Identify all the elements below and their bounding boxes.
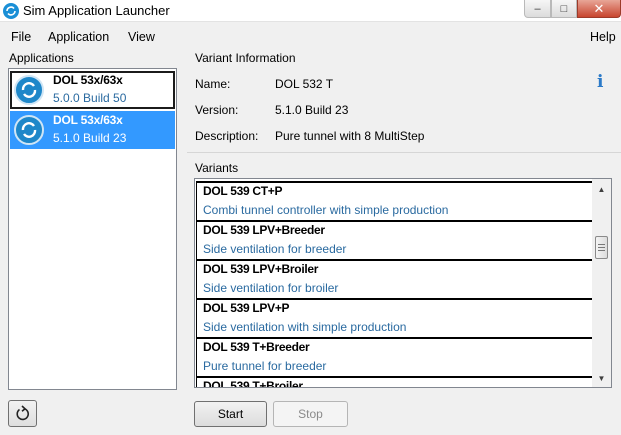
application-name: DOL 53x/63x xyxy=(53,113,123,127)
description-label: Description: xyxy=(195,129,259,143)
application-item[interactable]: DOL 53x/63x 5.0.0 Build 50 xyxy=(10,71,175,109)
scroll-up-icon[interactable]: ▲ xyxy=(592,181,611,198)
variant-name: DOL 539 LPV+Breeder xyxy=(203,223,325,237)
description-value: Pure tunnel with 8 MultiStep xyxy=(275,129,425,143)
menu-help-label: Help xyxy=(590,30,616,44)
menu-file-label: File xyxy=(11,30,32,44)
variants-list[interactable]: DOL 539 CT+P Combi tunnel controller wit… xyxy=(194,178,612,388)
variant-description: Combi tunnel controller with simple prod… xyxy=(203,203,449,217)
title-bar: Sim Application Launcher – □ ✕ xyxy=(0,0,621,22)
version-value: 5.1.0 Build 23 xyxy=(275,103,349,117)
divider xyxy=(187,152,621,153)
scroll-down-icon[interactable]: ▼ xyxy=(592,370,611,387)
variant-item[interactable]: DOL 539 T+Broiler xyxy=(196,376,593,388)
refresh-button[interactable] xyxy=(8,400,37,427)
application-logo-icon xyxy=(14,75,44,105)
variant-description: Pure tunnel for breeder xyxy=(203,359,327,373)
version-label: Version: xyxy=(195,103,239,117)
variant-name: DOL 539 T+Breeder xyxy=(203,340,310,354)
variant-info-label: Variant Information xyxy=(195,51,296,65)
variant-name: DOL 539 LPV+Broiler xyxy=(203,262,319,276)
refresh-icon xyxy=(15,404,29,420)
variant-name: DOL 539 T+Broiler xyxy=(203,379,303,388)
info-icon[interactable]: i xyxy=(597,72,603,92)
menu-application[interactable]: Application xyxy=(48,30,109,44)
scrollbar-thumb[interactable] xyxy=(595,236,608,259)
variant-item[interactable]: DOL 539 LPV+P Side ventilation with simp… xyxy=(196,298,593,337)
name-value: DOL 532 T xyxy=(275,77,334,91)
maximize-button[interactable]: □ xyxy=(551,0,577,18)
variant-description: Side ventilation for broiler xyxy=(203,281,339,295)
menu-view-label: View xyxy=(128,30,155,44)
menu-application-label: Application xyxy=(48,30,110,44)
application-version: 5.0.0 Build 50 xyxy=(53,91,127,105)
application-logo-icon xyxy=(14,115,44,145)
start-button[interactable]: Start xyxy=(194,401,267,427)
app-logo-icon xyxy=(3,3,19,19)
stop-button[interactable]: Stop xyxy=(273,401,348,427)
variant-item[interactable]: DOL 539 LPV+Broiler Side ventilation for… xyxy=(196,259,593,298)
menu-bar: File Application View Help xyxy=(0,27,621,47)
menu-file[interactable]: File xyxy=(11,30,31,44)
variant-item[interactable]: DOL 539 LPV+Breeder Side ventilation for… xyxy=(196,220,593,259)
variant-name: DOL 539 LPV+P xyxy=(203,301,290,315)
menu-view[interactable]: View xyxy=(128,30,155,44)
window-title: Sim Application Launcher xyxy=(23,3,170,18)
application-version: 5.1.0 Build 23 xyxy=(53,131,127,145)
menu-help[interactable]: Help xyxy=(590,30,616,44)
variant-description: Side ventilation with simple production xyxy=(203,320,407,334)
applications-list[interactable]: DOL 53x/63x 5.0.0 Build 50 DOL 53x/63x 5… xyxy=(8,68,177,390)
applications-label: Applications xyxy=(9,51,74,65)
application-item-selected[interactable]: DOL 53x/63x 5.1.0 Build 23 xyxy=(10,111,175,149)
close-button[interactable]: ✕ xyxy=(577,0,621,18)
name-label: Name: xyxy=(195,77,231,91)
application-name: DOL 53x/63x xyxy=(53,73,123,87)
variants-label: Variants xyxy=(195,161,239,175)
variant-name: DOL 539 CT+P xyxy=(203,184,283,198)
variant-description: Side ventilation for breeder xyxy=(203,242,347,256)
minimize-button[interactable]: – xyxy=(524,0,551,18)
variants-scrollbar[interactable]: ▲ ▼ xyxy=(592,179,611,387)
variant-item[interactable]: DOL 539 T+Breeder Pure tunnel for breede… xyxy=(196,337,593,376)
variant-item[interactable]: DOL 539 CT+P Combi tunnel controller wit… xyxy=(196,181,593,220)
